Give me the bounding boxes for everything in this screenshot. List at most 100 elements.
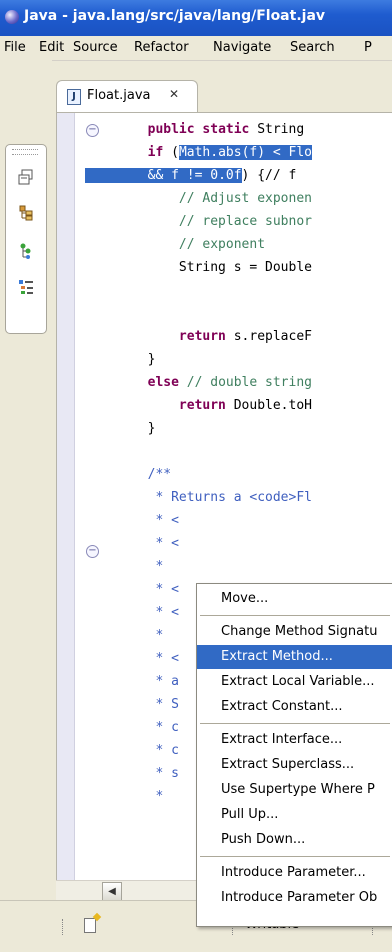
code-line: * < xyxy=(85,510,179,531)
menu-item-label: Extract Local Variable... xyxy=(221,674,375,689)
editor-tab-row: J Float.java ✕ xyxy=(52,80,392,113)
outline-icon[interactable] xyxy=(18,279,34,295)
menu-item[interactable]: Move... xyxy=(197,587,392,611)
code-token: return xyxy=(178,398,226,413)
code-token: * S xyxy=(155,697,179,712)
menu-edit[interactable]: Edit xyxy=(39,40,64,55)
menu-item[interactable]: Introduce Parameter Ob xyxy=(197,886,392,910)
menu-source[interactable]: Source xyxy=(73,40,118,55)
menu-refactor[interactable]: Refactor xyxy=(134,40,189,55)
code-line: public static String xyxy=(85,119,305,140)
code-token: ) {// f xyxy=(241,168,297,183)
code-token: Math. xyxy=(178,145,219,160)
code-token: abs xyxy=(218,145,242,160)
menu-item-label: Move... xyxy=(221,591,269,606)
code-token: // Adjust exponen xyxy=(178,191,312,206)
menu-item[interactable]: Introduce Parameter... xyxy=(197,861,392,885)
hierarchy-icon[interactable] xyxy=(18,169,34,185)
menu-item[interactable]: Extract Constant... xyxy=(197,695,392,719)
code-line: if (Math.abs(f) < Flo xyxy=(85,142,313,163)
menu-item[interactable]: Push Down... xyxy=(197,828,392,852)
menu-item[interactable]: Change Method Signatu xyxy=(197,620,392,644)
package-explorer-icon[interactable] xyxy=(18,243,34,259)
code-line: * < xyxy=(85,648,178,669)
menu-item-label: Extract Method... xyxy=(221,649,333,664)
type-hierarchy-icon[interactable] xyxy=(18,205,34,221)
menu-item[interactable]: Extract Superclass... xyxy=(197,753,392,777)
menu-search[interactable]: Search xyxy=(290,40,335,55)
code-token: // exponent xyxy=(178,237,266,252)
code-token: s.replaceF xyxy=(225,329,312,344)
code-token: * < xyxy=(155,582,179,597)
code-line: * S xyxy=(85,694,179,715)
code-token: /** xyxy=(147,467,172,482)
tab-float-java[interactable]: J Float.java ✕ xyxy=(56,80,198,113)
menu-item[interactable]: Pull Up... xyxy=(197,803,392,827)
code-token: * a xyxy=(155,674,179,689)
code-token: * xyxy=(155,789,164,804)
menu-navigate[interactable]: Navigate xyxy=(213,40,271,55)
code-line: * < xyxy=(85,533,179,554)
code-line: && f != 0.0f) {// f xyxy=(85,165,296,186)
code-line: // replace subnor xyxy=(85,211,312,232)
menu-item-label: Extract Constant... xyxy=(221,699,343,714)
scroll-left-icon[interactable]: ◀ xyxy=(102,882,122,901)
code-token: * < xyxy=(155,513,179,528)
code-line: * s xyxy=(85,763,179,784)
menu-item[interactable]: Extract Method... xyxy=(197,645,392,669)
java-file-icon: J xyxy=(67,89,81,105)
menu-project[interactable]: P xyxy=(364,40,372,55)
code-token: * xyxy=(155,628,164,643)
close-icon[interactable]: ✕ xyxy=(169,87,179,101)
code-line: } xyxy=(85,349,156,370)
menu-item-label: Extract Interface... xyxy=(221,732,343,747)
menu-item-label: Pull Up... xyxy=(221,807,279,822)
left-trim-bar xyxy=(0,60,52,951)
grip-handle[interactable] xyxy=(12,149,38,155)
code-token xyxy=(85,168,148,183)
window-title: Java - java.lang/src/java/lang/Float.jav xyxy=(24,8,326,24)
code-token: // double string xyxy=(186,375,312,390)
status-separator xyxy=(62,919,65,935)
menu-bar: File Edit Source Refactor Navigate Searc… xyxy=(0,36,392,61)
code-token: String xyxy=(249,122,305,137)
menu-separator xyxy=(200,615,390,616)
code-token: // replace subnor xyxy=(178,214,312,229)
menu-item-label: Introduce Parameter... xyxy=(221,865,366,880)
code-token: } xyxy=(85,352,156,367)
menu-item[interactable]: Use Supertype Where P xyxy=(197,778,392,802)
vertical-ruler xyxy=(57,113,75,901)
menu-item[interactable]: Extract Local Variable... xyxy=(197,670,392,694)
code-line: * xyxy=(85,625,163,646)
code-token: * < xyxy=(155,536,179,551)
menu-file[interactable]: File xyxy=(4,40,26,55)
code-line: return s.replaceF xyxy=(85,326,312,347)
code-line: String s = Double xyxy=(85,257,312,278)
menu-item[interactable]: Extract Interface... xyxy=(197,728,392,752)
menu-item-label: Push Down... xyxy=(221,832,306,847)
code-line: // exponent xyxy=(85,234,265,255)
code-token: String s = Double xyxy=(85,260,312,275)
menu-item-label: Extract Superclass... xyxy=(221,757,355,772)
code-token: * s xyxy=(155,766,179,781)
code-token: return xyxy=(178,329,226,344)
code-token: * Returns a <code>Fl xyxy=(155,490,312,505)
title-bar: Java - java.lang/src/java/lang/Float.jav xyxy=(0,0,392,36)
code-line: * xyxy=(85,556,163,577)
code-token: ( xyxy=(163,145,179,160)
eclipse-icon xyxy=(5,10,19,24)
code-line: * Returns a <code>Fl xyxy=(85,487,312,508)
code-token: } xyxy=(85,421,156,436)
